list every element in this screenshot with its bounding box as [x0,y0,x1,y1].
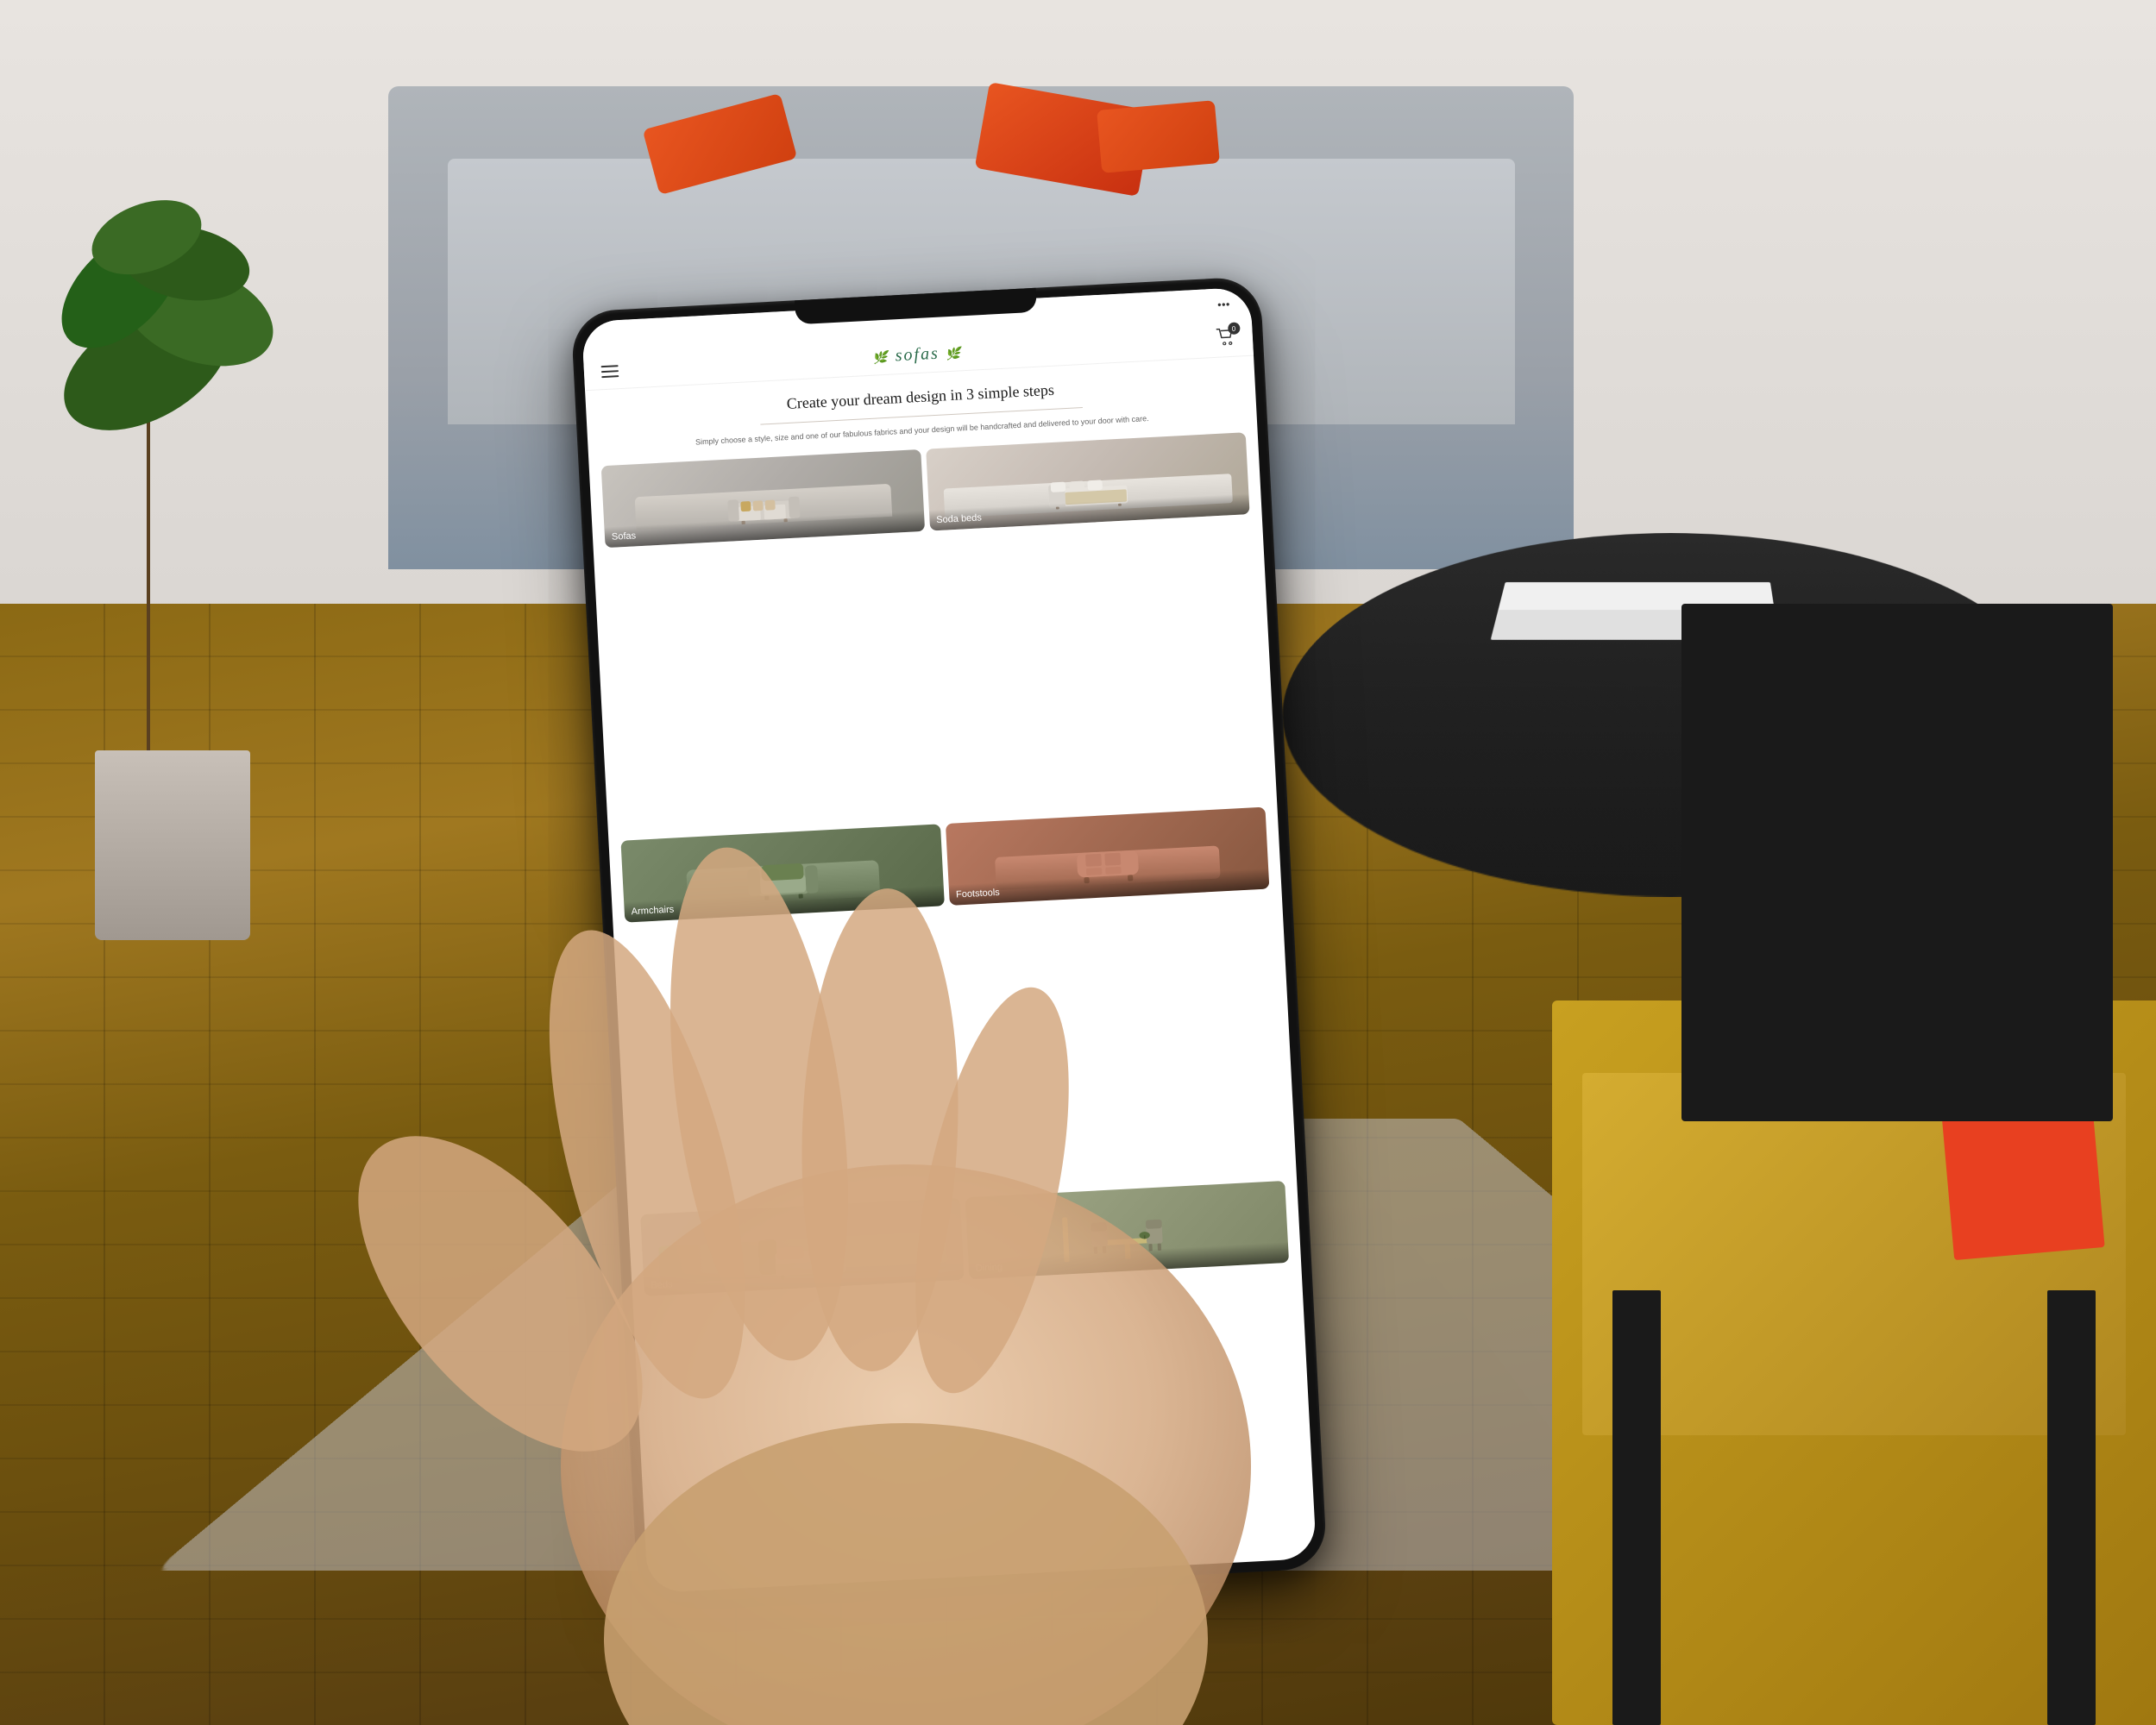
room-background: ●●● 🌿 sofas 🌿 [0,0,2156,1725]
hand-svg [0,0,2156,1725]
